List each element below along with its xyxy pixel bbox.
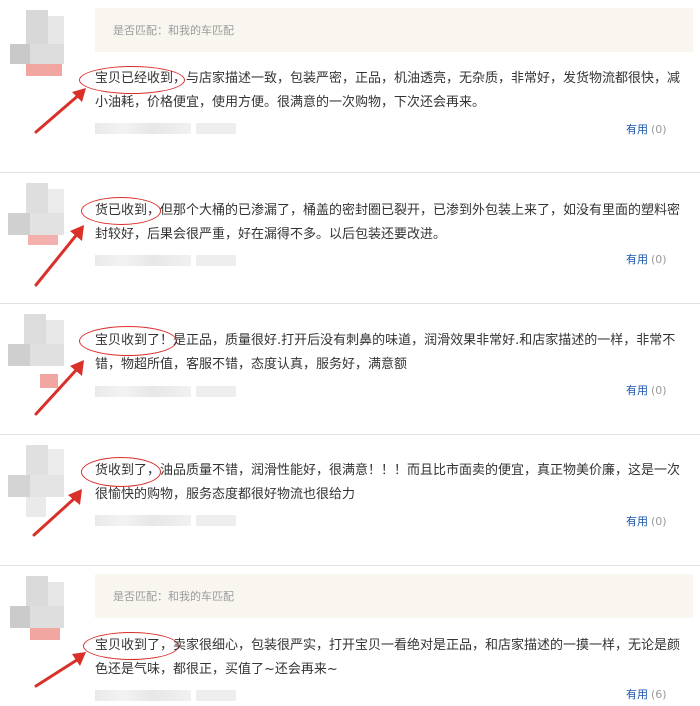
useful-control: 有用 (6) (626, 686, 667, 702)
red-arrow-icon (34, 88, 86, 134)
useful-count: (0) (651, 515, 667, 528)
useful-button[interactable]: 有用 (626, 688, 648, 701)
review-text: 货已收到，但那个大桶的已渗漏了，桶盖的密封圈已裂开，已渗到外包装上来了，如没有里… (95, 203, 681, 242)
review-item: 货已收到，但那个大桶的已渗漏了，桶盖的密封圈已裂开，已渗到外包装上来了，如没有里… (0, 173, 700, 303)
car-match-box: 是否匹配：和我的车匹配 (95, 574, 693, 618)
date-blur (196, 515, 236, 526)
car-match-text: 是否匹配：和我的车匹配 (113, 24, 234, 37)
username-blur (95, 386, 191, 397)
date-blur (196, 386, 236, 397)
useful-button[interactable]: 有用 (626, 515, 648, 528)
date-blur (196, 255, 236, 266)
username-blur (95, 690, 191, 701)
red-arrow-icon (34, 225, 84, 287)
useful-count: (0) (651, 384, 667, 397)
useful-control: 有用 (0) (626, 251, 667, 267)
useful-button[interactable]: 有用 (626, 253, 648, 266)
red-arrow-icon (32, 489, 82, 537)
useful-count: (0) (651, 123, 667, 136)
review-item: 是否匹配：和我的车匹配 宝贝已经收到，与店家描述一致，包装严密，正品，机油透亮，… (0, 0, 700, 172)
review-text: 宝贝收到了！是正品，质量很好.打开后没有刺鼻的味道，润滑效果非常好.和店家描述的… (95, 333, 676, 372)
useful-control: 有用 (0) (626, 513, 667, 529)
review-text: 货收到了，油品质量不错，润滑性能好，很满意！！！而且比市面卖的便宜，真正物美价廉… (95, 463, 681, 502)
useful-button[interactable]: 有用 (626, 384, 648, 397)
review-item: 货收到了，油品质量不错，润滑性能好，很满意！！！而且比市面卖的便宜，真正物美价廉… (0, 435, 700, 565)
date-blur (196, 690, 236, 701)
useful-count: (6) (651, 688, 667, 701)
username-blur (95, 123, 191, 134)
useful-control: 有用 (0) (626, 121, 667, 137)
red-arrow-icon (34, 652, 86, 688)
date-blur (196, 123, 236, 134)
avatar (6, 10, 72, 90)
car-match-box: 是否匹配：和我的车匹配 (95, 8, 693, 52)
useful-button[interactable]: 有用 (626, 123, 648, 136)
username-blur (95, 515, 191, 526)
username-blur (95, 255, 191, 266)
useful-count: (0) (651, 253, 667, 266)
car-match-text: 是否匹配：和我的车匹配 (113, 590, 234, 603)
review-text: 宝贝收到了，卖家很细心，包装很严实，打开宝贝一看绝对是正品，和店家描述的一摸一样… (95, 638, 681, 677)
review-text: 宝贝已经收到，与店家描述一致，包装严密，正品，机油透亮，无杂质，非常好，发货物流… (95, 71, 681, 110)
useful-control: 有用 (0) (626, 382, 667, 398)
avatar (6, 576, 72, 656)
red-arrow-icon (34, 360, 84, 416)
review-item: 是否匹配：和我的车匹配 宝贝收到了，卖家很细心，包装很严实，打开宝贝一看绝对是正… (0, 566, 700, 706)
review-item: 宝贝收到了！是正品，质量很好.打开后没有刺鼻的味道，润滑效果非常好.和店家描述的… (0, 304, 700, 434)
